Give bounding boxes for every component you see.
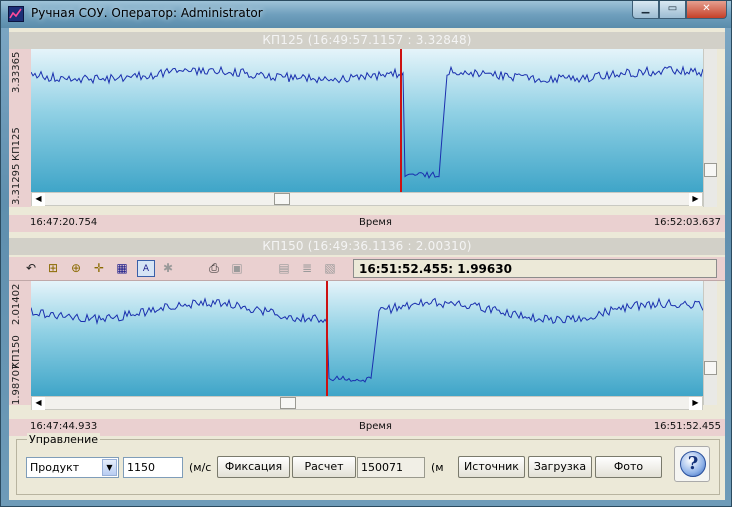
folder-icon[interactable]: ▧ [321, 260, 339, 277]
chart1-y-mid: КП125 [11, 127, 22, 161]
client-area: КП125 (16:49:57.1157 : 3.32848) 3.33365 … [9, 28, 725, 500]
chart2-x-end: 16:51:52.455 [653, 421, 721, 432]
print-icon[interactable]: ⎙ [205, 260, 223, 277]
distance-unit-label: (м [431, 461, 444, 474]
chart2-x-axis: 16:47:44.933 Время 16:51:52.455 [9, 419, 725, 436]
load-button[interactable]: Загрузка [528, 456, 592, 478]
chevron-down-icon[interactable]: ▼ [102, 459, 117, 476]
window-title: Ручная СОУ. Оператор: Administrator [31, 6, 263, 20]
distance-field: 150071 [357, 457, 425, 478]
chart2-series-line [31, 297, 703, 383]
close-button[interactable]: ✕ [686, 1, 727, 19]
product-select[interactable]: Продукт ▼ [26, 457, 119, 478]
pan-icon[interactable]: ⊕ [67, 260, 85, 277]
auto-scale-icon[interactable]: A [137, 260, 155, 277]
maximize-button[interactable]: ▭ [659, 1, 686, 19]
chart2-horizontal-scrollbar[interactable]: ◀ ▶ [31, 396, 703, 410]
control-group-label: Управление [27, 433, 101, 446]
fix-button[interactable]: Фиксация [217, 456, 290, 478]
chart1-vertical-scrollbar[interactable] [703, 49, 717, 207]
undo-icon[interactable]: ↶ [22, 260, 40, 277]
chart2-svg [31, 281, 703, 396]
chart1-vscroll-thumb[interactable] [704, 163, 717, 177]
chart2-title: КП150 (16:49:36.1136 : 2.00310) [9, 238, 725, 255]
source-button[interactable]: Источник [458, 456, 525, 478]
chart1-x-label: Время [359, 217, 392, 228]
chart1-scroll-right-icon[interactable]: ▶ [689, 193, 702, 206]
grid-icon[interactable]: ▦ [113, 260, 131, 277]
app-chart-icon [8, 6, 24, 22]
chart2-y-bottom: 1.98707 [11, 363, 22, 405]
chart2-scroll-right-icon[interactable]: ▶ [689, 397, 702, 410]
save-icon[interactable]: ▣ [228, 260, 246, 277]
photo-button[interactable]: Фото [595, 456, 662, 478]
chart1-x-end: 16:52:03.637 [653, 217, 721, 228]
chart-toolbar: ↶ ⊞ ⊕ ✛ ▦ A ✱ ⎙ ▣ ▤ ≣ ▧ 16:51:52.455: 1.… [9, 257, 725, 281]
chart1-plot-area[interactable] [31, 49, 703, 192]
chart1-title: КП125 (16:49:57.1157 : 3.32848) [9, 32, 725, 49]
chart1-x-start: 16:47:20.754 [30, 217, 98, 228]
chart1-hscroll-thumb[interactable] [274, 193, 290, 205]
title-bar[interactable]: Ручная СОУ. Оператор: Administrator ▁ ▭ … [1, 1, 731, 28]
chart2-x-label: Время [359, 421, 392, 432]
chart2-y-top: 2.01402 [11, 283, 22, 325]
minimize-button[interactable]: ▁ [632, 1, 659, 19]
list-icon[interactable]: ≣ [298, 260, 316, 277]
chart1-x-axis: 16:47:20.754 Время 16:52:03.637 [9, 215, 725, 232]
speed-unit-label: (м/с [189, 461, 212, 474]
zoom-fit-icon[interactable]: ⊞ [44, 260, 62, 277]
chart1-svg [31, 49, 703, 192]
chart1-horizontal-scrollbar[interactable]: ◀ ▶ [31, 192, 703, 206]
speed-input[interactable]: 1150 [123, 457, 183, 478]
chart2-scroll-left-icon[interactable]: ◀ [32, 397, 45, 410]
chart1-y-bottom: 3.31295 [11, 163, 22, 205]
chart1-scroll-left-icon[interactable]: ◀ [32, 193, 45, 206]
chart2-x-start: 16:47:44.933 [30, 421, 98, 432]
help-button[interactable]: ? [674, 446, 710, 482]
application-window: Ручная СОУ. Оператор: Administrator ▁ ▭ … [0, 0, 732, 507]
cursor-readout: 16:51:52.455: 1.99630 [353, 259, 717, 278]
settings-icon[interactable]: ✱ [159, 260, 177, 277]
crosshair-icon[interactable]: ✛ [90, 260, 108, 277]
chart2-y-axis: 2.01402 КП150 1.98707 [9, 281, 31, 405]
chart2-vscroll-thumb[interactable] [704, 361, 717, 375]
chart2-vertical-scrollbar[interactable] [703, 281, 717, 405]
chart2-hscroll-thumb[interactable] [280, 397, 296, 409]
product-select-value: Продукт [30, 461, 80, 474]
help-icon: ? [680, 451, 706, 477]
chart1-y-top: 3.33365 [11, 51, 22, 93]
chart-icon[interactable]: ▤ [275, 260, 293, 277]
calc-button[interactable]: Расчет [292, 456, 356, 478]
chart1-y-axis: 3.33365 КП125 3.31295 [9, 49, 31, 207]
chart1-series-line [31, 65, 703, 180]
chart2-plot-area[interactable] [31, 281, 703, 396]
